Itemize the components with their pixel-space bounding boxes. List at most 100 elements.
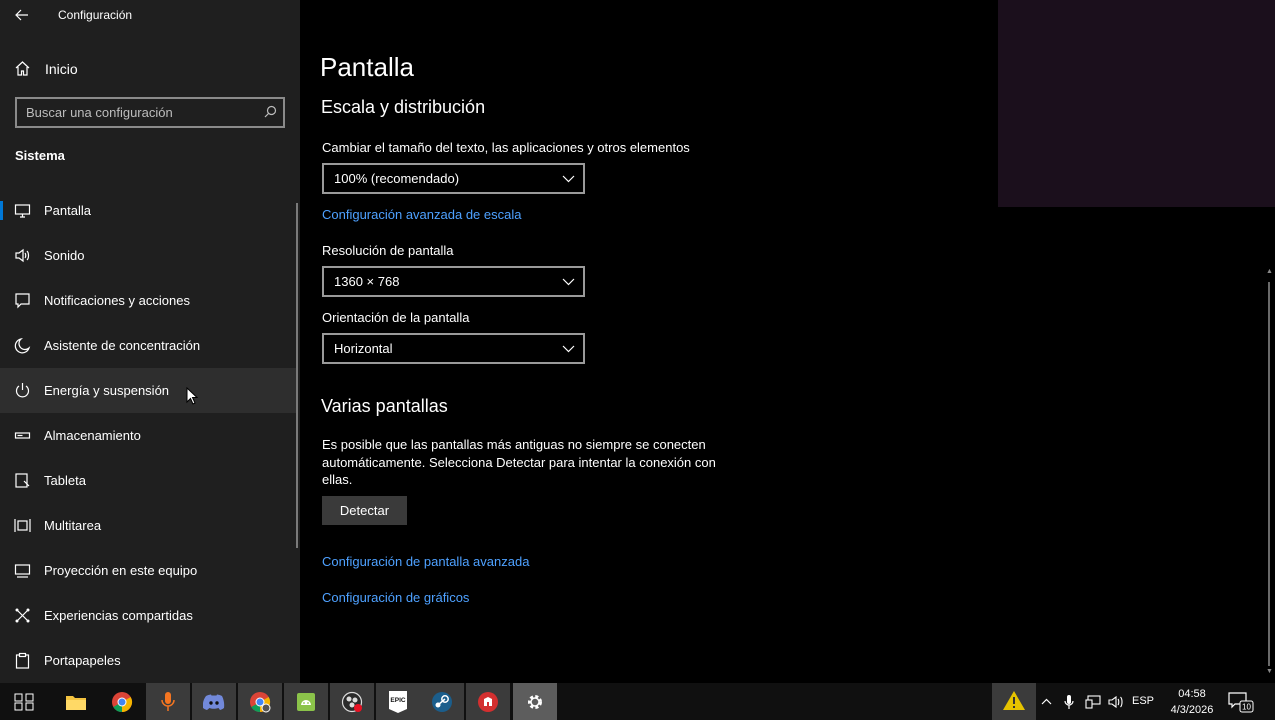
orientation-dropdown[interactable]: Horizontal bbox=[322, 333, 585, 364]
graphics-settings-link[interactable]: Configuración de gráficos bbox=[322, 590, 469, 605]
share-icon bbox=[15, 608, 30, 623]
sidebar-item-label: Multitarea bbox=[44, 518, 102, 533]
taskbar-chrome-profile[interactable] bbox=[238, 683, 282, 720]
power-icon bbox=[15, 383, 30, 398]
sidebar-item-concentracion[interactable]: Asistente de concentración bbox=[0, 323, 296, 368]
search-placeholder: Buscar una configuración bbox=[26, 105, 173, 120]
notification-icon: 10 bbox=[1228, 692, 1254, 713]
title-bar: Configuración bbox=[0, 0, 300, 32]
clock-time: 04:58 bbox=[1178, 688, 1206, 700]
obs-icon bbox=[341, 691, 363, 712]
taskbar-android-emulator[interactable] bbox=[284, 683, 328, 720]
action-center-button[interactable]: 10 bbox=[1228, 691, 1254, 718]
clock-date: 4/3/2026 bbox=[1170, 704, 1214, 716]
storage-icon bbox=[14, 432, 31, 439]
taskbar-discord[interactable] bbox=[192, 683, 236, 720]
taskbar-settings[interactable] bbox=[513, 683, 557, 720]
taskbar-chrome[interactable] bbox=[100, 683, 144, 720]
back-button[interactable] bbox=[12, 5, 32, 25]
tray-pinned-app[interactable] bbox=[992, 683, 1036, 720]
main-content: Pantalla Escala y distribución Cambiar e… bbox=[300, 0, 1275, 683]
sidebar-item-label: Experiencias compartidas bbox=[44, 608, 193, 623]
search-icon bbox=[264, 105, 277, 118]
taskbar-obs[interactable] bbox=[330, 683, 374, 720]
sidebar-item-label: Tableta bbox=[44, 473, 86, 488]
sidebar-item-tableta[interactable]: Tableta bbox=[0, 458, 296, 503]
android-icon bbox=[297, 692, 315, 711]
taskbar-steam[interactable] bbox=[420, 683, 464, 720]
speaker-icon bbox=[15, 248, 30, 263]
network-icon bbox=[1085, 694, 1101, 709]
sidebar-item-experiencias[interactable]: Experiencias compartidas bbox=[0, 593, 296, 638]
page-title: Pantalla bbox=[320, 52, 414, 82]
volume-icon bbox=[1108, 695, 1123, 708]
taskbar-task-view[interactable] bbox=[2, 683, 46, 720]
sidebar-item-energia[interactable]: Energía y suspensión bbox=[0, 368, 296, 413]
taskbar-red-app[interactable] bbox=[466, 683, 510, 720]
message-icon bbox=[15, 293, 30, 309]
epic-games-icon: EPIC bbox=[389, 690, 407, 713]
home-link[interactable]: Inicio bbox=[0, 52, 300, 84]
tray-volume[interactable] bbox=[1106, 683, 1126, 720]
tray-microphone[interactable] bbox=[1060, 683, 1078, 720]
steam-icon bbox=[432, 691, 452, 712]
multitask-icon bbox=[14, 519, 31, 532]
wallpaper-preview bbox=[998, 0, 1275, 207]
sidebar-item-label: Portapapeles bbox=[44, 653, 121, 668]
folder-icon bbox=[66, 695, 86, 710]
gear-icon bbox=[528, 694, 542, 709]
moon-icon bbox=[14, 337, 31, 354]
warning-app-icon bbox=[1003, 691, 1025, 710]
main-scrollbar[interactable] bbox=[1268, 282, 1270, 666]
orientation-label: Orientación de la pantalla bbox=[322, 310, 470, 325]
sidebar-item-multitarea[interactable]: Multitarea bbox=[0, 503, 296, 548]
home-label: Inicio bbox=[45, 61, 78, 77]
search-input[interactable]: Buscar una configuración bbox=[15, 97, 285, 128]
sidebar-item-notificaciones[interactable]: Notificaciones y acciones bbox=[0, 278, 296, 323]
taskbar: EPIC ESP 04:58 4/3/2026 10 bbox=[0, 683, 1275, 720]
chevron-down-icon bbox=[562, 278, 575, 286]
tray-overflow-button[interactable] bbox=[1038, 683, 1054, 720]
multi-display-description: Es posible que las pantallas más antigua… bbox=[322, 437, 716, 487]
app-title: Configuración bbox=[58, 8, 133, 22]
mouse-cursor-icon bbox=[186, 387, 198, 405]
taskbar-file-explorer[interactable] bbox=[54, 683, 98, 720]
chrome-profile-icon bbox=[250, 691, 271, 712]
epic-logo-text: EPIC bbox=[390, 697, 405, 704]
task-view-icon bbox=[14, 693, 34, 710]
clock[interactable]: 04:58 4/3/2026 bbox=[1162, 686, 1222, 718]
chrome-icon bbox=[112, 691, 133, 712]
language-indicator[interactable]: ESP bbox=[1132, 695, 1154, 707]
sidebar-item-portapapeles[interactable]: Portapapeles bbox=[0, 638, 296, 683]
taskbar-epic-games[interactable]: EPIC bbox=[376, 683, 420, 720]
sidebar-item-sonido[interactable]: Sonido bbox=[0, 233, 296, 278]
multi-display-heading: Varias pantallas bbox=[321, 396, 448, 416]
sidebar-item-pantalla[interactable]: Pantalla bbox=[0, 188, 296, 233]
resolution-dropdown[interactable]: 1360 × 768 bbox=[322, 266, 585, 297]
scroll-up-icon[interactable]: ▲ bbox=[1266, 268, 1273, 275]
taskbar-recorder[interactable] bbox=[146, 683, 190, 720]
detect-button[interactable]: Detectar bbox=[322, 496, 407, 525]
back-arrow-icon bbox=[15, 9, 28, 21]
microphone-icon bbox=[1064, 694, 1074, 709]
sidebar-item-label: Pantalla bbox=[44, 203, 91, 218]
advanced-display-link[interactable]: Configuración de pantalla avanzada bbox=[322, 554, 529, 569]
sidebar-item-label: Notificaciones y acciones bbox=[44, 293, 190, 308]
text-size-dropdown[interactable]: 100% (recomendado) bbox=[322, 163, 585, 194]
advanced-scale-link[interactable]: Configuración avanzada de escala bbox=[322, 207, 521, 222]
notification-count: 10 bbox=[1242, 703, 1251, 712]
chevron-up-icon bbox=[1041, 698, 1051, 705]
text-size-label: Cambiar el tamaño del texto, las aplicac… bbox=[322, 140, 690, 155]
microphone-app-icon bbox=[161, 691, 175, 711]
tray-network[interactable] bbox=[1082, 683, 1104, 720]
sidebar-item-proyeccion[interactable]: Proyección en este equipo bbox=[0, 548, 296, 593]
sidebar-item-label: Asistente de concentración bbox=[44, 338, 201, 353]
sidebar-item-almacenamiento[interactable]: Almacenamiento bbox=[0, 413, 296, 458]
dropdown-value: Horizontal bbox=[334, 341, 393, 356]
resolution-label: Resolución de pantalla bbox=[322, 243, 454, 258]
sidebar-item-label: Energía y suspensión bbox=[44, 383, 170, 398]
tablet-icon bbox=[15, 473, 30, 488]
sidebar-scrollbar[interactable] bbox=[296, 203, 298, 548]
scroll-down-icon[interactable]: ▼ bbox=[1266, 668, 1273, 675]
home-icon bbox=[15, 61, 30, 76]
